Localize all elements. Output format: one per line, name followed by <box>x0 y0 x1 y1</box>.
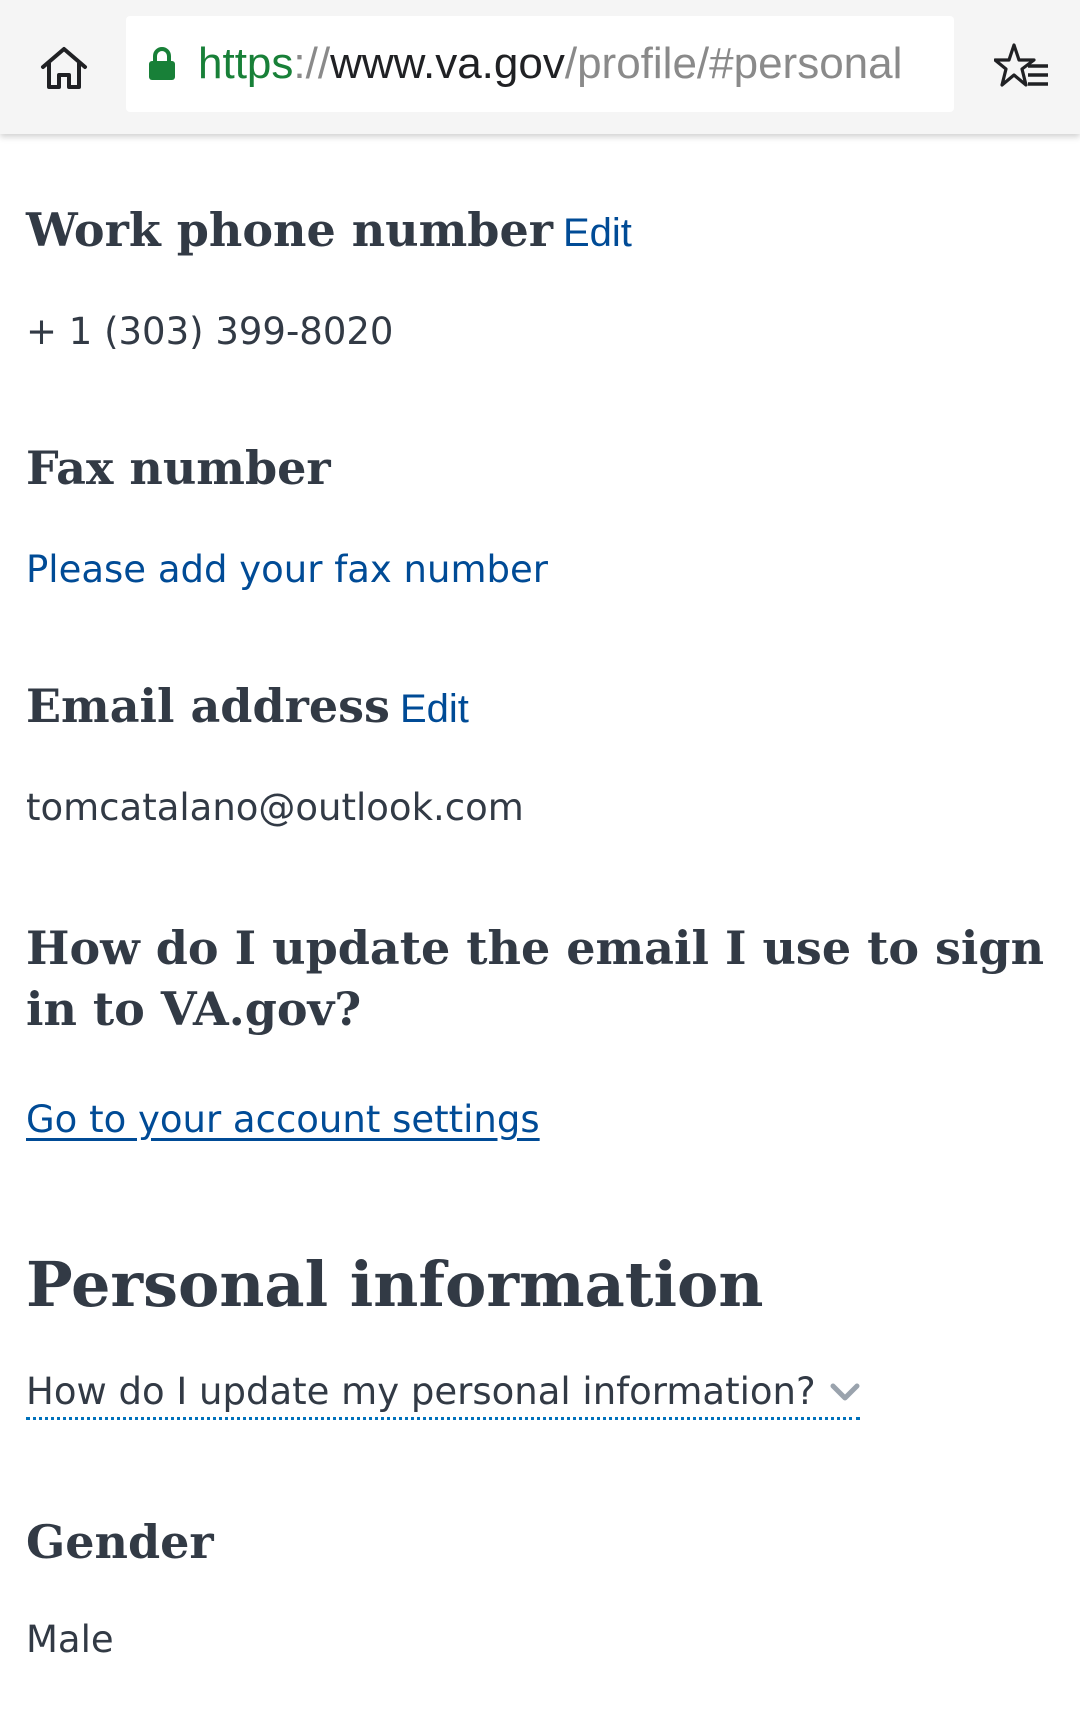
work-phone-heading: Work phone number <box>26 203 553 257</box>
add-fax-link[interactable]: Please add your fax number <box>26 548 548 591</box>
chevron-down-icon <box>830 1383 860 1400</box>
edit-work-phone-link[interactable]: Edit <box>563 211 632 255</box>
personal-info-accordion-wrap: How do I update my personal information? <box>26 1370 860 1420</box>
accordion-label: How do I update my personal information? <box>26 1370 816 1413</box>
email-heading: Email address <box>26 679 390 733</box>
gender-heading: Gender <box>26 1515 214 1569</box>
url-text: https://www.va.gov/profile/#personal <box>198 39 902 89</box>
signin-email-header: How do I update the email I use to sign … <box>26 918 1046 1040</box>
personal-info-heading: Personal information <box>26 1248 764 1321</box>
bookmarks-button[interactable] <box>990 36 1054 100</box>
url-scheme: https <box>198 39 294 88</box>
signin-email-heading: How do I update the email I use to sign … <box>26 921 1045 1037</box>
url-host: www.va.gov <box>330 39 565 88</box>
home-icon <box>41 47 87 89</box>
address-bar[interactable]: https://www.va.gov/profile/#personal <box>126 16 954 112</box>
lock-icon <box>149 47 175 80</box>
work-phone-header: Work phone number Edit <box>26 202 632 260</box>
gender-value: Male <box>26 1618 114 1661</box>
fax-header: Fax number <box>26 440 331 498</box>
email-header: Email address Edit <box>26 678 469 736</box>
edit-email-link[interactable]: Edit <box>400 687 469 731</box>
account-settings-link[interactable]: Go to your account settings <box>26 1098 540 1141</box>
url-separator: :// <box>293 39 331 88</box>
star-list-icon <box>994 43 1048 87</box>
work-phone-value: + 1 (303) 399-8020 <box>26 310 394 353</box>
gender-header: Gender <box>26 1514 214 1572</box>
update-personal-info-accordion[interactable]: How do I update my personal information? <box>26 1370 860 1420</box>
email-value: tomcatalano@outlook.com <box>26 786 524 829</box>
url-path: /profile/#personal <box>564 39 903 88</box>
browser-toolbar: https://www.va.gov/profile/#personal <box>0 0 1080 134</box>
fax-heading: Fax number <box>26 441 331 495</box>
home-button[interactable] <box>34 38 94 98</box>
personal-info-header: Personal information <box>26 1248 763 1321</box>
